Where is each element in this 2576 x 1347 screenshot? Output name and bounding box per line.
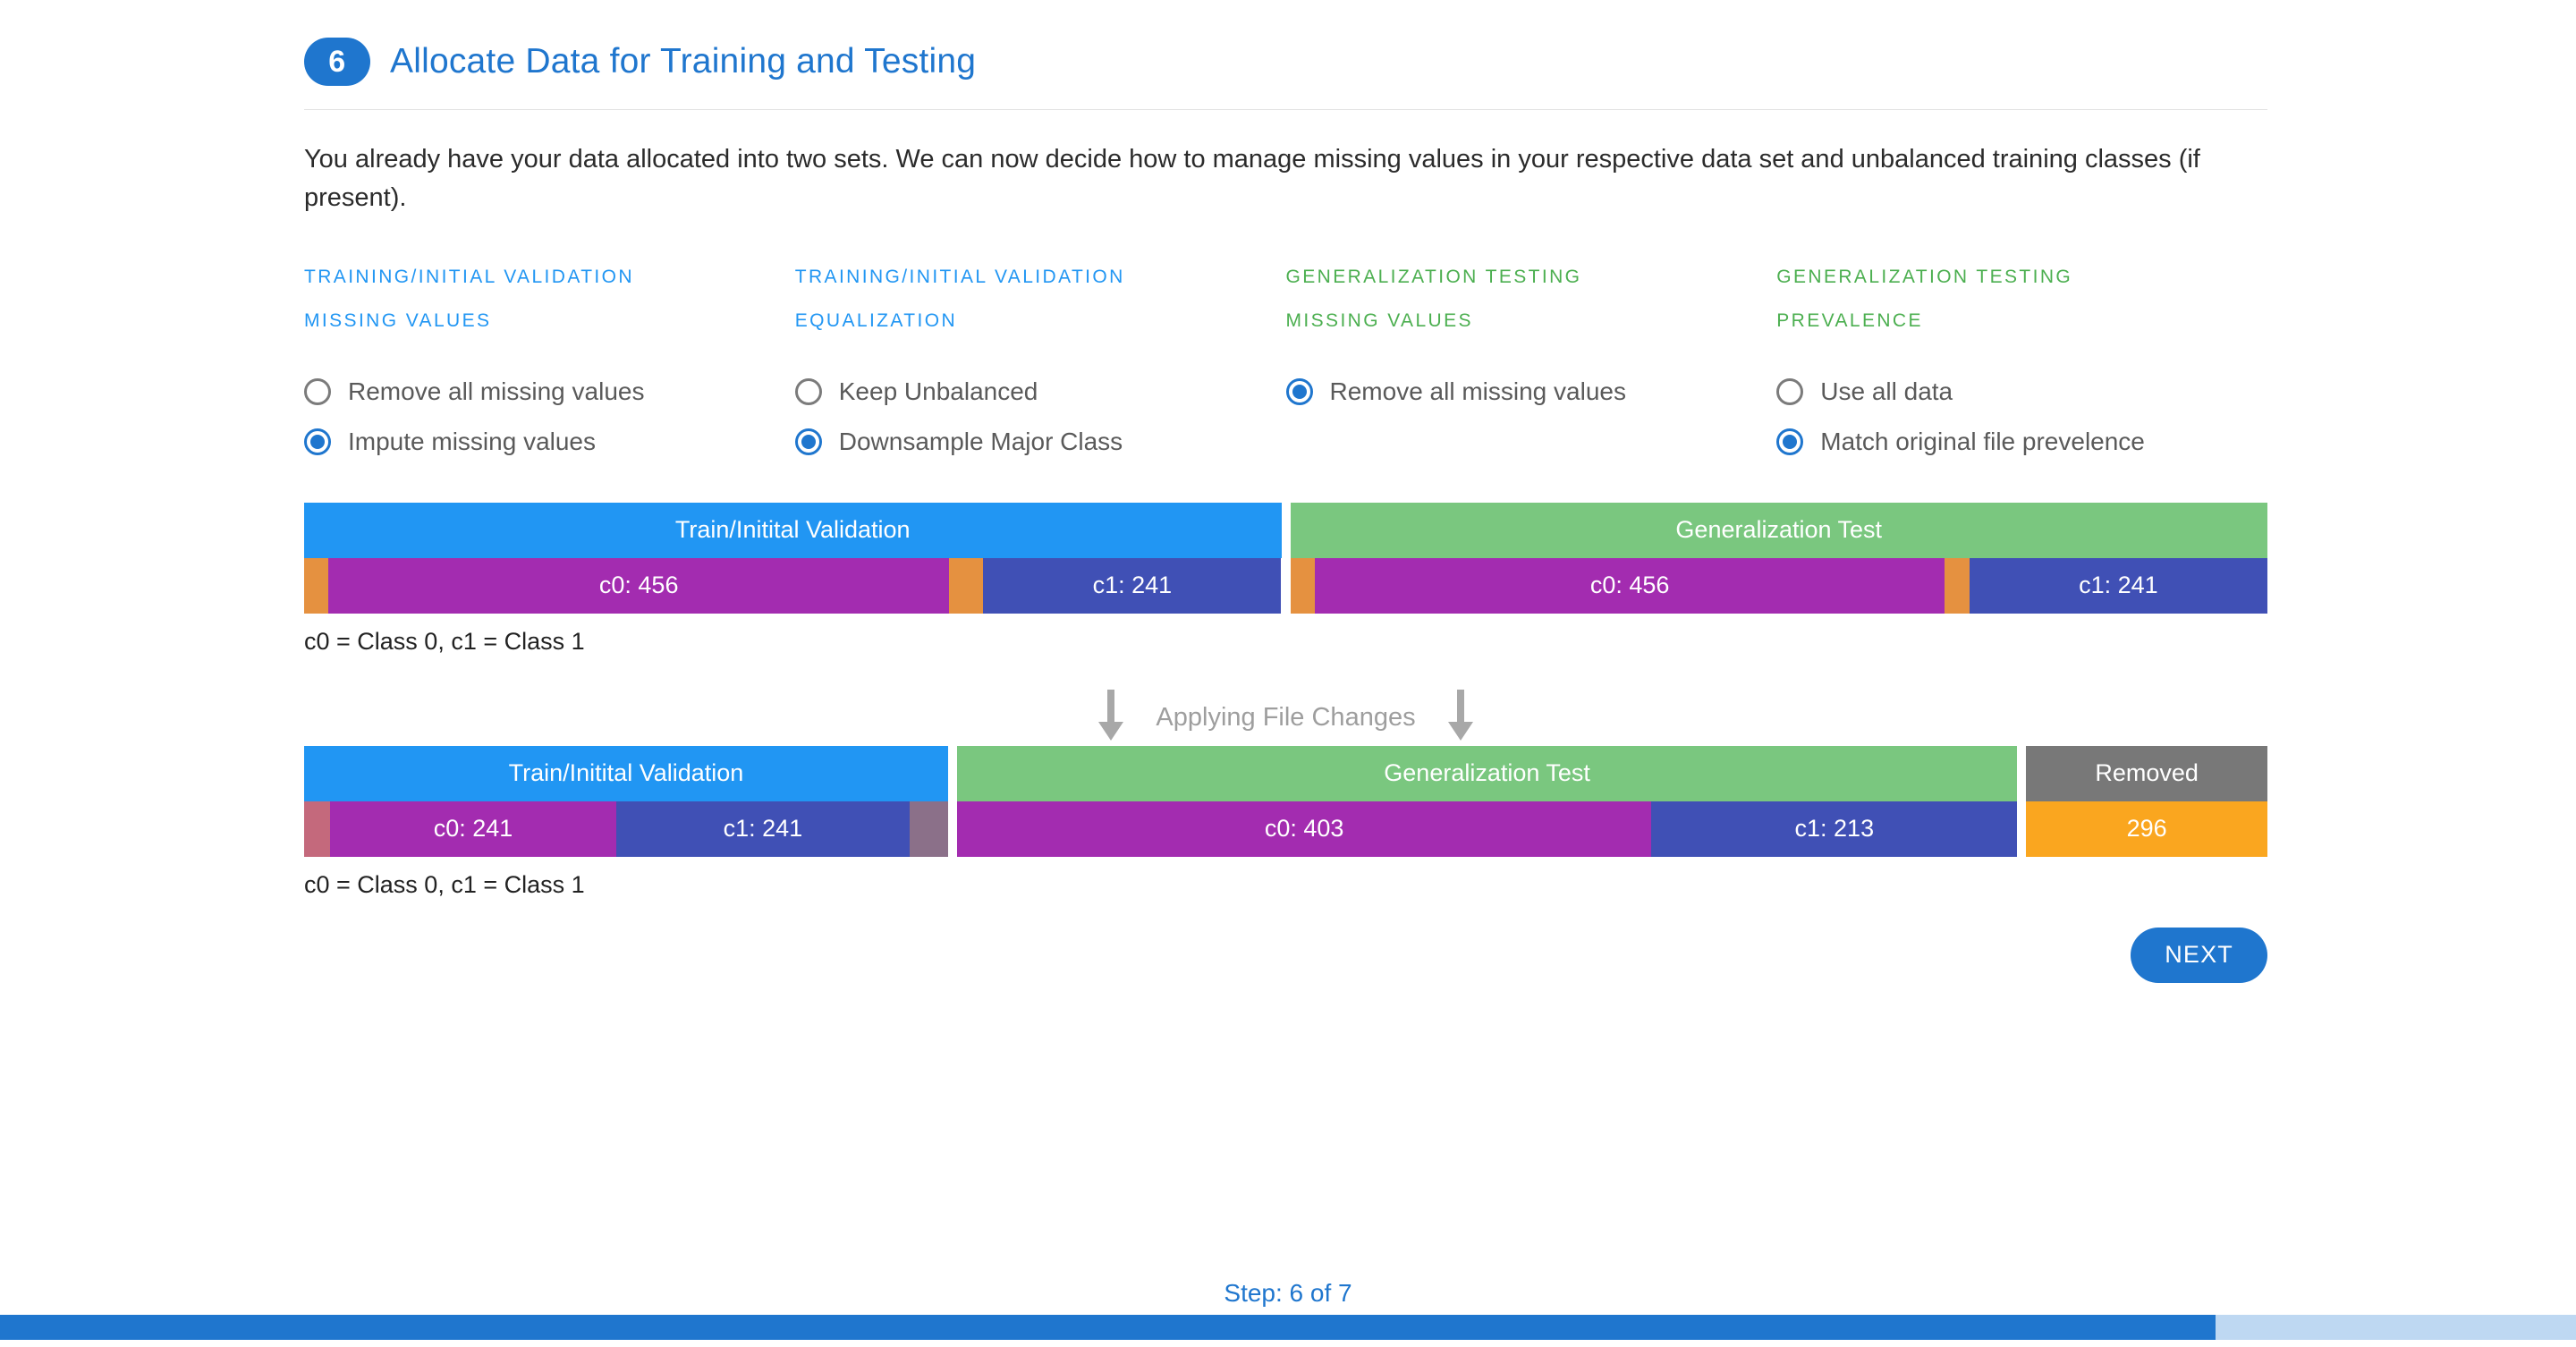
bar-segment-divider <box>949 557 984 614</box>
content-container: 6 Allocate Data for Training and Testing… <box>304 0 2272 983</box>
bar-group-train-initial-validation-before: Train/Initital Validation c0: 456 c1: 24… <box>304 502 1282 614</box>
bar-segment-class1: c1: 213 <box>1651 801 2018 857</box>
option-column-train-equalization: TRAINING/INITIAL VALIDATION EQUALIZATION… <box>794 255 1286 467</box>
bar-strip: c0: 456 c1: 241 <box>304 557 1282 614</box>
chart-legend-before: c0 = Class 0, c1 = Class 1 <box>304 627 585 655</box>
radio-label: Remove all missing values <box>1329 377 1626 405</box>
intro-paragraph: You already have your data allocated int… <box>304 145 2200 212</box>
bar-segment-class0: c0: 456 <box>1314 557 1945 614</box>
page-header: 6 Allocate Data for Training and Testing <box>304 0 2272 86</box>
bar-segment-class0: c0: 403 <box>956 801 1652 857</box>
allocation-chart-before: Train/Initital Validation c0: 456 c1: 24… <box>304 502 2268 614</box>
bar-strip: 296 <box>2026 801 2267 857</box>
radio-icon[interactable] <box>794 377 822 405</box>
bar-group-title: Generalization Test <box>956 745 2018 801</box>
radio-label: Use all data <box>1820 377 1953 405</box>
radio-icon-selected[interactable] <box>304 428 331 455</box>
bar-segment-divider <box>1945 557 1970 614</box>
radio-group-train-equalization: Keep Unbalanced Downsample Major Class <box>794 367 1286 467</box>
bar-group-title: Removed <box>2026 745 2267 801</box>
step-number-badge: 6 <box>304 38 370 86</box>
column-heading-line1: GENERALIZATION TESTING <box>1776 266 2073 287</box>
next-button[interactable]: NEXT <box>2131 927 2267 983</box>
bar-segment-class0: c0: 456 <box>328 557 950 614</box>
radio-label: Match original file prevelence <box>1820 427 2145 455</box>
radio-icon-selected[interactable] <box>794 428 822 455</box>
option-column-generalization-prevalence: GENERALIZATION TESTING PREVALENCE Use al… <box>1776 255 2267 467</box>
bar-segment-class1: c1: 241 <box>616 801 910 857</box>
radio-label: Keep Unbalanced <box>838 377 1038 405</box>
bar-group-title: Generalization Test <box>1290 502 2267 558</box>
option-column-generalization-missing-values: GENERALIZATION TESTING MISSING VALUES Re… <box>1285 255 1777 467</box>
bar-group-title: Train/Initital Validation <box>304 502 1282 558</box>
bar-group-removed: Removed 296 <box>2026 745 2267 857</box>
allocation-chart-after: Train/Initital Validation c0: 241 c1: 24… <box>304 745 2267 857</box>
radio-label: Impute missing values <box>348 427 597 455</box>
radio-icon[interactable] <box>304 377 331 405</box>
chart-legend-after: c0 = Class 0, c1 = Class 1 <box>304 870 585 898</box>
bar-group-generalization-test-before: Generalization Test c0: 456 c1: 241 <box>1290 502 2268 614</box>
progress-bar-track <box>0 1315 2576 1340</box>
bar-segment-divider <box>909 801 948 857</box>
column-heading-line1: TRAINING/INITIAL VALIDATION <box>304 266 634 287</box>
radio-option-keep-unbalanced[interactable]: Keep Unbalanced <box>794 367 1286 417</box>
progress-bar-fill <box>0 1315 2216 1340</box>
down-arrow-icon <box>1097 689 1125 746</box>
bar-segment-removed-count: 296 <box>2026 801 2267 857</box>
radio-option-match-original-file-prevalence[interactable]: Match original file prevelence <box>1776 417 2267 467</box>
column-heading-line2: EQUALIZATION <box>794 310 958 332</box>
radio-group-generalization-prevalence: Use all data Match original file prevele… <box>1776 367 2267 467</box>
bar-strip: c0: 456 c1: 241 <box>1290 557 2268 614</box>
radio-option-remove-all-missing-values[interactable]: Remove all missing values <box>304 367 795 417</box>
bar-segment-class0: c0: 241 <box>329 801 617 857</box>
column-heading-line2: MISSING VALUES <box>1285 310 1473 332</box>
option-column-train-missing-values: TRAINING/INITIAL VALIDATION MISSING VALU… <box>304 255 795 467</box>
options-row: TRAINING/INITIAL VALIDATION MISSING VALU… <box>304 255 2267 467</box>
applying-file-changes-label: Applying File Changes <box>1156 702 1416 732</box>
bar-segment-divider <box>304 801 330 857</box>
bar-group-generalization-test-after: Generalization Test c0: 403 c1: 213 <box>956 745 2018 857</box>
radio-icon[interactable] <box>1776 377 1804 405</box>
bar-group-title: Train/Initital Validation <box>304 745 948 801</box>
bar-segment-class1: c1: 241 <box>1969 557 2267 614</box>
column-heading-line2: MISSING VALUES <box>304 310 492 332</box>
bar-segment-class1: c1: 241 <box>983 557 1282 614</box>
radio-label: Downsample Major Class <box>838 427 1123 455</box>
radio-option-use-all-data[interactable]: Use all data <box>1776 367 2267 417</box>
step-indicator-text: Step: 6 of 7 <box>1224 1279 1352 1307</box>
radio-icon-selected[interactable] <box>1776 428 1804 455</box>
radio-group-train-missing-values: Remove all missing values Impute missing… <box>304 367 795 467</box>
radio-icon-selected[interactable] <box>1285 377 1313 405</box>
applying-file-changes-row: Applying File Changes <box>304 689 2267 746</box>
bar-strip: c0: 241 c1: 241 <box>304 801 948 857</box>
radio-option-gt-remove-all-missing-values[interactable]: Remove all missing values <box>1285 367 1777 417</box>
radio-option-downsample-major-class[interactable]: Downsample Major Class <box>794 417 1286 467</box>
bar-segment-divider <box>1290 557 1315 614</box>
wizard-page: 6 Allocate Data for Training and Testing… <box>0 0 2576 1347</box>
radio-option-impute-missing-values[interactable]: Impute missing values <box>304 417 795 467</box>
column-heading-line1: TRAINING/INITIAL VALIDATION <box>794 266 1125 287</box>
bar-strip: c0: 403 c1: 213 <box>956 801 2018 857</box>
column-heading-line2: PREVALENCE <box>1776 310 1923 332</box>
column-heading-line1: GENERALIZATION TESTING <box>1285 266 1582 287</box>
bar-group-train-initial-validation-after: Train/Initital Validation c0: 241 c1: 24… <box>304 745 948 857</box>
down-arrow-icon <box>1446 689 1475 746</box>
radio-label: Remove all missing values <box>348 377 645 405</box>
bar-segment-divider <box>304 557 329 614</box>
radio-group-generalization-missing-values: Remove all missing values <box>1285 367 1777 417</box>
page-title: Allocate Data for Training and Testing <box>390 42 977 80</box>
header-divider <box>304 109 2267 110</box>
actions-row: NEXT <box>304 927 2267 983</box>
